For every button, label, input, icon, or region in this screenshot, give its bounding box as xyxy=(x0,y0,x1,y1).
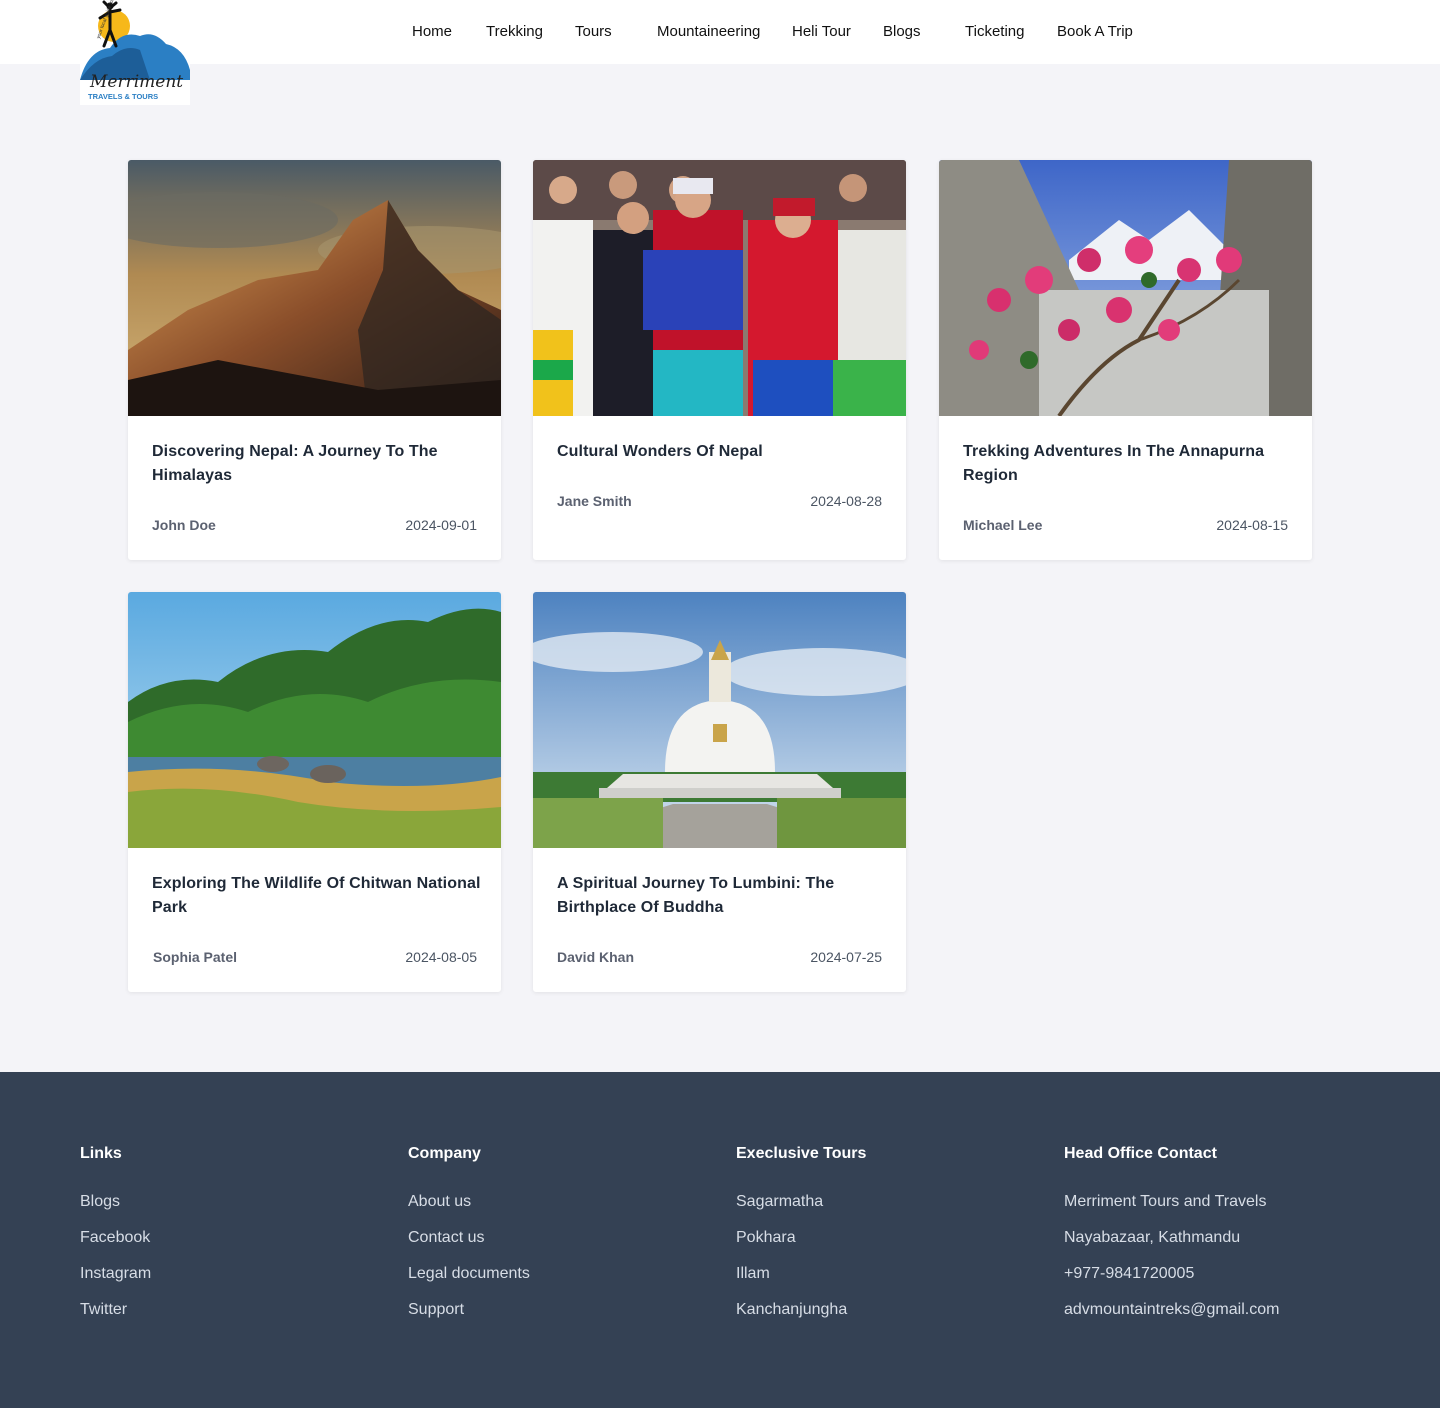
blog-card[interactable]: A Spiritual Journey To Lumbini: The Birt… xyxy=(533,592,906,992)
footer-heading: Links xyxy=(80,1145,122,1162)
nav-home[interactable]: Home xyxy=(412,22,452,42)
footer-link-facebook[interactable]: Facebook xyxy=(80,1228,380,1248)
nav-ticketing[interactable]: Ticketing xyxy=(965,22,1024,42)
footer-link-support[interactable]: Support xyxy=(408,1300,708,1320)
footer-link-about[interactable]: About us xyxy=(408,1192,708,1212)
footer-heading: Company xyxy=(408,1145,481,1162)
post-title[interactable]: Discovering Nepal: A Journey To The Hima… xyxy=(152,440,482,488)
contact-address: Nayabazaar, Kathmandu xyxy=(1064,1229,1241,1246)
nav-blogs[interactable]: Blogs xyxy=(883,22,921,42)
brand-name: Merriment xyxy=(89,72,183,92)
contact-email[interactable]: advmountaintreks@gmail.com xyxy=(1064,1300,1364,1320)
site-header: Merriment TRAVELS & TOURS your local gui… xyxy=(0,0,1440,105)
contact-phone[interactable]: +977-9841720005 xyxy=(1064,1264,1364,1284)
footer-heading: Execlusive Tours xyxy=(736,1145,867,1162)
post-title[interactable]: Cultural Wonders Of Nepal xyxy=(557,440,887,464)
site-footer: Links Blogs Facebook Instagram Twitter C… xyxy=(0,1072,1440,1408)
footer-link-illam[interactable]: Illam xyxy=(736,1264,1036,1284)
blog-card[interactable]: Discovering Nepal: A Journey To The Hima… xyxy=(128,160,501,560)
post-author: Jane Smith xyxy=(557,493,632,509)
nav-heli-tour[interactable]: Heli Tour xyxy=(792,22,851,42)
rhino-river-image[interactable] xyxy=(128,592,501,848)
post-date: 2024-09-01 xyxy=(405,517,477,533)
footer-link-contact[interactable]: Contact us xyxy=(408,1228,708,1248)
footer-link-legal[interactable]: Legal documents xyxy=(408,1264,708,1284)
blog-card[interactable]: Cultural Wonders Of Nepal Jane Smith 202… xyxy=(533,160,906,560)
blog-card[interactable]: Trekking Adventures In The Annapurna Reg… xyxy=(939,160,1312,560)
post-title[interactable]: Trekking Adventures In The Annapurna Reg… xyxy=(963,440,1293,488)
peace-stupa-image[interactable] xyxy=(533,592,906,848)
post-date: 2024-08-05 xyxy=(405,949,477,965)
nav-book-a-trip[interactable]: Book A Trip xyxy=(1057,22,1133,42)
footer-link-kanchanjungha[interactable]: Kanchanjungha xyxy=(736,1300,1036,1320)
contact-company-name: Merriment Tours and Travels xyxy=(1064,1193,1267,1210)
rhododendron-valley-image[interactable] xyxy=(939,160,1312,416)
nav-trekking[interactable]: Trekking xyxy=(486,22,543,42)
post-date: 2024-08-15 xyxy=(1216,517,1288,533)
post-author: John Doe xyxy=(152,517,216,533)
post-title[interactable]: Exploring The Wildlife Of Chitwan Nation… xyxy=(152,872,482,920)
post-author: Michael Lee xyxy=(963,517,1043,533)
nav-mountaineering[interactable]: Mountaineering xyxy=(657,22,760,42)
post-title[interactable]: A Spiritual Journey To Lumbini: The Birt… xyxy=(557,872,887,920)
footer-company-column: Company About us Contact us Legal docume… xyxy=(408,1144,708,1336)
footer-link-blogs[interactable]: Blogs xyxy=(80,1192,380,1212)
nav-tours[interactable]: Tours xyxy=(575,22,612,42)
post-date: 2024-08-28 xyxy=(810,493,882,509)
post-author: Sophia Patel xyxy=(153,949,238,965)
main-nav: Home Trekking Tours Mountaineering Heli … xyxy=(0,22,1440,42)
brand-logo-graphic: Merriment TRAVELS & TOURS your local gui… xyxy=(80,0,190,105)
cultural-dance-image[interactable] xyxy=(533,160,906,416)
brand-logo[interactable]: Merriment TRAVELS & TOURS your local gui… xyxy=(80,0,190,105)
footer-heading: Head Office Contact xyxy=(1064,1145,1217,1162)
blog-card[interactable]: Exploring The Wildlife Of Chitwan Nation… xyxy=(128,592,501,992)
mountain-sunset-image[interactable] xyxy=(128,160,501,416)
footer-link-instagram[interactable]: Instagram xyxy=(80,1264,380,1284)
post-date: 2024-07-25 xyxy=(810,949,882,965)
footer-link-pokhara[interactable]: Pokhara xyxy=(736,1228,1036,1248)
footer-link-twitter[interactable]: Twitter xyxy=(80,1300,380,1320)
footer-tours-column: Execlusive Tours Sagarmatha Pokhara Illa… xyxy=(736,1144,1036,1336)
footer-link-sagarmatha[interactable]: Sagarmatha xyxy=(736,1192,1036,1212)
brand-subtitle: TRAVELS & TOURS xyxy=(88,92,158,101)
footer-links-column: Links Blogs Facebook Instagram Twitter xyxy=(80,1144,380,1336)
post-author: David Khan xyxy=(557,949,635,965)
footer-contact-column: Head Office Contact Merriment Tours and … xyxy=(1064,1144,1364,1336)
